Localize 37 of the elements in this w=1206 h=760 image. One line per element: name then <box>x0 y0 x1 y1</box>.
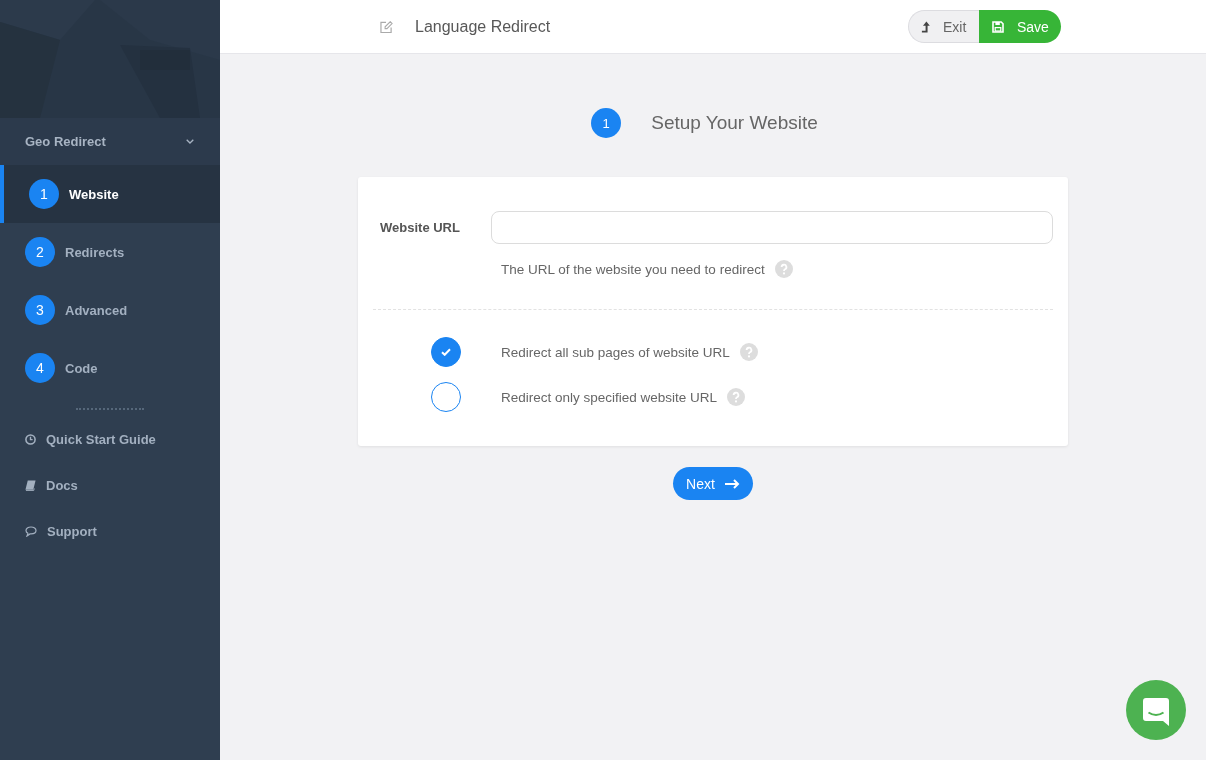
step-number: 4 <box>25 353 55 383</box>
sidebar-link[interactable]: Quick Start Guide <box>0 416 220 462</box>
check-icon <box>441 348 451 356</box>
radio-button[interactable] <box>431 337 461 367</box>
speech-bubble-icon <box>25 525 37 537</box>
help-icon[interactable] <box>727 388 746 406</box>
edit-icon <box>380 20 393 33</box>
book-icon <box>25 479 36 491</box>
step-number: 2 <box>25 237 55 267</box>
sidebar-link[interactable]: Support <box>0 508 220 554</box>
sidebar-link[interactable]: Docs <box>0 462 220 508</box>
page-title: Language Redirect <box>415 17 551 36</box>
help-icon[interactable] <box>774 260 793 278</box>
help-text: The URL of the website you need to redirect <box>501 261 765 277</box>
sidebar-step[interactable]: 3 Advanced <box>0 281 220 339</box>
exit-button[interactable]: Exit <box>908 10 979 43</box>
clock-icon <box>25 433 36 445</box>
arrow-up-icon <box>921 20 930 33</box>
chat-bubble-icon <box>1143 697 1169 726</box>
next-button[interactable]: Next <box>673 467 753 500</box>
url-input[interactable] <box>491 211 1053 244</box>
option-label: Redirect all sub pages of website URL <box>501 344 730 360</box>
sidebar-step[interactable]: 1 Website <box>0 165 220 223</box>
arrow-right-icon <box>724 478 740 489</box>
option-label: Redirect only specified website URL <box>501 389 718 405</box>
sidebar-step[interactable]: 4 Code <box>0 339 220 397</box>
step-number: 1 <box>591 108 622 138</box>
field-label: Website URL <box>380 220 461 235</box>
radio-button[interactable] <box>431 382 461 412</box>
help-icon[interactable] <box>739 343 758 361</box>
save-button[interactable]: Save <box>979 10 1061 43</box>
step-number: 3 <box>25 295 55 325</box>
section-toggle[interactable]: Geo Redirect <box>0 118 220 165</box>
chat-button[interactable] <box>1126 680 1186 740</box>
sidebar-step[interactable]: 2 Redirects <box>0 223 220 281</box>
step-title: Setup Your Website <box>651 112 818 134</box>
step-number: 1 <box>29 179 59 209</box>
